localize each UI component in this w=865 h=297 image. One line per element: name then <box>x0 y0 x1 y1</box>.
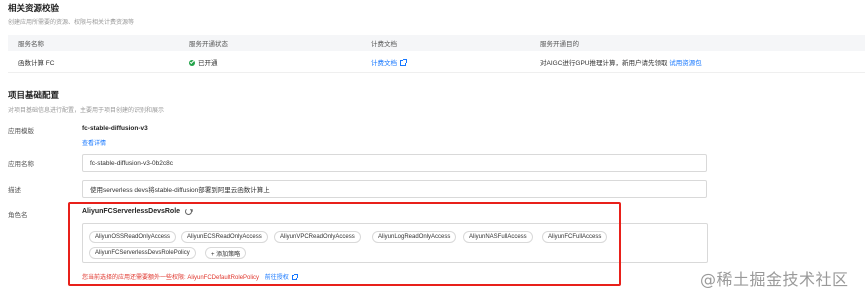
table-row: 函数计算 FC 已开通 计费文档 对AIGC进行GPU推理计算，新用户请先领取 … <box>8 51 865 73</box>
template-label: 应用模版 <box>8 128 34 135</box>
trial-package-link[interactable]: 试用资源包 <box>669 60 702 67</box>
column-header-billing-doc: 计费文档 <box>371 41 397 48</box>
description-input[interactable]: 使用serverless devs将stable-diffusion部署到阿里云… <box>82 180 707 198</box>
purpose-text: 对AIGC进行GPU推理计算，新用户请先领取 <box>540 59 668 67</box>
column-header-service-name: 服务名称 <box>18 41 44 48</box>
external-link-icon[interactable] <box>400 59 406 66</box>
policy-tag: AliyunOSSReadOnlyAccess <box>89 231 177 243</box>
watermark: @稀土掘金技术社区 <box>700 270 849 289</box>
service-name-cell: 函数计算 FC <box>18 59 55 67</box>
service-table-header: 服务名称 服务开通状态 计费文档 服务开通目的 <box>8 35 865 51</box>
policy-tag: AliyunFCFullAccess <box>542 231 608 243</box>
app-name-label: 应用名称 <box>8 161 34 168</box>
role-name-label: 角色名 <box>8 212 28 219</box>
column-header-service-status: 服务开通状态 <box>189 41 228 48</box>
billing-doc-link-text[interactable]: 计费文档 <box>371 60 397 67</box>
section-title-project-config: 项目基础配置 <box>8 90 60 100</box>
view-details-link[interactable]: 查看详情 <box>82 138 106 147</box>
authorize-link[interactable]: 前往授权 <box>265 275 289 281</box>
role-name-value: AliyunFCServerlessDevsRole <box>82 208 193 215</box>
template-value: fc-stable-diffusion-v3 <box>82 125 148 132</box>
check-circle-icon <box>189 59 195 66</box>
refresh-icon[interactable] <box>185 208 193 215</box>
app-name-input[interactable]: fc-stable-diffusion-v3-0b2c8c <box>82 154 707 172</box>
policy-tag: AliyunNASFullAccess <box>463 231 533 243</box>
description-input-value: 使用serverless devs将stable-diffusion部署到阿里云… <box>90 187 270 194</box>
policy-list: AliyunOSSReadOnlyAccess AliyunECSReadOnl… <box>82 223 708 263</box>
section-title-resource-check: 相关资源校验 <box>8 3 60 13</box>
policy-tag: AliyunLogReadOnlyAccess <box>372 231 457 243</box>
status-text: 已开通 <box>198 59 218 67</box>
service-status-cell: 已开通 <box>189 57 218 67</box>
service-table: 服务名称 服务开通状态 计费文档 服务开通目的 函数计算 FC 已开通 计费文档… <box>8 35 865 73</box>
description-label: 描述 <box>8 187 21 194</box>
billing-doc-link[interactable]: 计费文档 <box>371 57 406 67</box>
external-link-icon[interactable] <box>291 273 298 280</box>
policy-tag: AliyunFCServerlessDevsRolePolicy <box>89 247 196 259</box>
section-desc-project-config: 对项目基础信息进行配置，主要用于项目创建的识别和展示 <box>8 108 165 114</box>
add-policy-button[interactable]: + 添加策略 <box>205 247 247 259</box>
policy-tag: AliyunECSReadOnlyAccess <box>181 231 268 243</box>
purpose-cell: 对AIGC进行GPU推理计算，新用户请先领取 试用资源包 <box>540 57 702 67</box>
permission-warning-text: 您当前选择的应用还需要额外一些权限: AliyunFCDefaultRolePo… <box>82 275 260 281</box>
app-name-input-value: fc-stable-diffusion-v3-0b2c8c <box>90 159 173 167</box>
section-desc-resource-check: 创建应用所需要的资源、权限与相关计费资源等 <box>8 20 135 26</box>
column-header-purpose: 服务开通目的 <box>540 41 579 48</box>
permission-warning: 您当前选择的应用还需要额外一些权限: AliyunFCDefaultRolePo… <box>82 272 298 281</box>
role-name-text: AliyunFCServerlessDevsRole <box>82 208 181 215</box>
policy-tag: AliyunVPCReadOnlyAccess <box>274 231 361 243</box>
